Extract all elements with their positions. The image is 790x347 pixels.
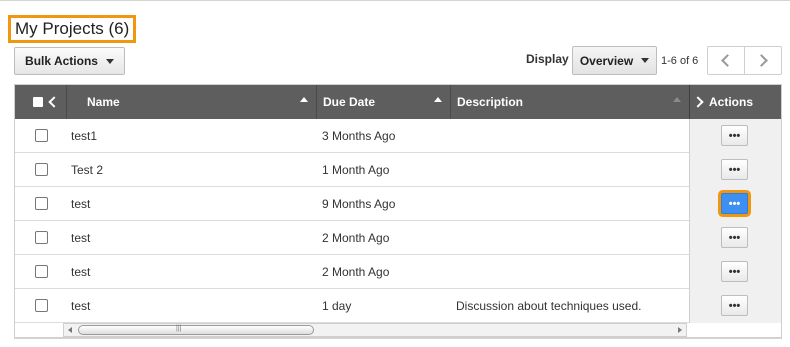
scroll-left-arrow-icon[interactable] [68, 327, 72, 333]
cell-due-date: 1 Month Ago [322, 162, 390, 177]
caret-down-icon [105, 58, 114, 64]
caret-down-icon [641, 58, 650, 63]
column-header-actions[interactable]: Actions [689, 85, 781, 119]
cell-due-date: 9 Months Ago [322, 196, 396, 211]
more-dots-icon[interactable]: ••• [721, 193, 748, 214]
row-checkbox[interactable] [35, 163, 48, 176]
row-checkbox[interactable] [35, 299, 48, 312]
table-header: Name Due Date Description Actions [15, 85, 781, 119]
row-checkbox-cell [35, 221, 55, 254]
table-row: test 9 Months Ago [15, 187, 781, 221]
column-header-due-date[interactable]: Due Date [317, 85, 451, 119]
sort-asc-icon [434, 97, 442, 102]
cell-description [456, 221, 686, 254]
row-checkbox[interactable] [35, 129, 48, 142]
next-page-button[interactable] [744, 47, 781, 74]
row-checkbox[interactable] [35, 265, 48, 278]
cell-due-date: 3 Months Ago [322, 128, 396, 143]
sort-asc-icon [300, 97, 308, 102]
cell-due-date: 1 day [322, 298, 352, 313]
table-row: test1 3 Months Ago [15, 119, 781, 153]
row-checkbox[interactable] [35, 197, 48, 210]
cell-description [456, 187, 686, 220]
bulk-actions-button[interactable]: Bulk Actions [14, 47, 125, 75]
collapse-chevron-icon[interactable] [48, 96, 60, 108]
scrollbar-thumb[interactable] [78, 325, 314, 335]
cell-due-date: 2 Month Ago [322, 264, 390, 279]
cell-description [456, 153, 686, 186]
cell-description: Discussion about techniques used. [456, 298, 642, 313]
cell-name: test [71, 264, 91, 279]
row-checkbox-cell [35, 119, 55, 152]
column-header-description[interactable]: Description [451, 85, 689, 119]
cell-name: test [71, 298, 91, 313]
sort-asc-icon [673, 97, 681, 102]
display-label: Display [526, 52, 569, 66]
column-header-description-label: Description [457, 95, 524, 109]
chevron-right-icon [755, 54, 768, 67]
bulk-actions-label: Bulk Actions [25, 54, 98, 68]
column-header-due-date-label: Due Date [323, 95, 376, 109]
pager-controls [707, 46, 782, 75]
scroll-right-arrow-icon[interactable] [678, 327, 682, 333]
page-title-text: My Projects (6) [15, 19, 130, 38]
previous-page-button[interactable] [708, 47, 744, 74]
row-checkbox-cell [35, 255, 55, 288]
scrollbar-grip-icon: ||| [176, 325, 182, 332]
header-select-cell [15, 85, 67, 119]
cell-name: test [71, 230, 91, 245]
more-dots-icon[interactable]: ••• [721, 125, 748, 146]
cell-name: test1 [71, 128, 98, 143]
more-dots-icon[interactable]: ••• [721, 295, 748, 316]
table-row: test 1 day Discussion about techniques u… [15, 289, 781, 323]
display-select[interactable]: Overview [572, 46, 657, 75]
top-divider [0, 0, 790, 1]
column-header-actions-label: Actions [709, 95, 754, 109]
more-dots-icon[interactable]: ••• [721, 261, 748, 282]
cell-name: Test 2 [71, 162, 104, 177]
row-checkbox-cell [35, 289, 55, 322]
more-dots-icon[interactable]: ••• [721, 227, 748, 248]
chevron-left-icon [721, 54, 734, 67]
page-title: My Projects (6) [8, 15, 137, 43]
cell-description [456, 255, 686, 288]
table-row: Test 2 1 Month Ago [15, 153, 781, 187]
select-all-checkbox[interactable] [33, 97, 43, 107]
display-select-value: Overview [579, 53, 634, 68]
row-checkbox-cell [35, 153, 55, 186]
table-row: test 2 Month Ago [15, 221, 781, 255]
bottom-divider [14, 338, 782, 339]
table-row: test 2 Month Ago [15, 255, 781, 289]
projects-table: Name Due Date Description Actions test1 … [14, 84, 782, 338]
cell-description [456, 119, 686, 152]
cell-name: test [71, 196, 91, 211]
row-checkbox-cell [35, 187, 55, 220]
actions-column: ••• ••• ••• ••• ••• ••• [689, 119, 781, 323]
pager-count: 1-6 of 6 [661, 55, 699, 67]
chevron-right-icon [692, 96, 704, 108]
more-dots-icon[interactable]: ••• [721, 159, 748, 180]
column-header-name[interactable]: Name [67, 85, 317, 119]
column-header-name-label: Name [87, 95, 120, 109]
horizontal-scrollbar[interactable]: ||| [63, 323, 687, 337]
cell-due-date: 2 Month Ago [322, 230, 390, 245]
row-checkbox[interactable] [35, 231, 48, 244]
